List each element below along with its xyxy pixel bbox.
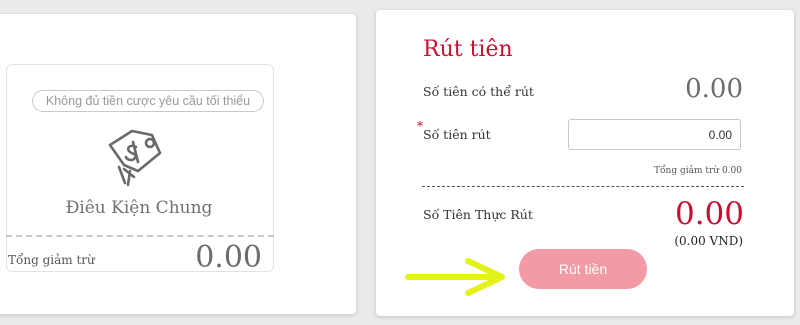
price-tag-icon — [108, 129, 162, 187]
arrow-right-icon — [405, 258, 505, 296]
divider — [6, 235, 274, 237]
total-deduct-note: Tổng giảm trừ 0.00 — [654, 166, 742, 176]
withdraw-amount-label: Số tiên rút — [423, 127, 491, 142]
withdraw-amount-input[interactable] — [568, 119, 741, 150]
withdraw-title: Rút tiên — [423, 37, 513, 62]
total-deduct-label: Tổng giảm trừ — [8, 253, 95, 267]
withdraw-button[interactable]: Rút tiền — [519, 249, 647, 289]
available-amount-value: 0.00 — [685, 74, 743, 104]
general-conditions-title: Điêu Kiện Chung — [65, 198, 213, 218]
actual-withdraw-label: Số Tiên Thực Rút — [423, 207, 533, 222]
actual-withdraw-value: 0.00 — [674, 196, 744, 232]
divider — [422, 186, 744, 187]
actual-withdraw-vnd: (0.00 VND) — [674, 234, 743, 248]
insufficient-bet-badge: Không đủ tiền cược yêu cầu tối thiểu — [32, 90, 264, 112]
total-deduct-value: 0.00 — [195, 240, 262, 275]
available-amount-label: Số tiên có thể rút — [423, 84, 534, 99]
